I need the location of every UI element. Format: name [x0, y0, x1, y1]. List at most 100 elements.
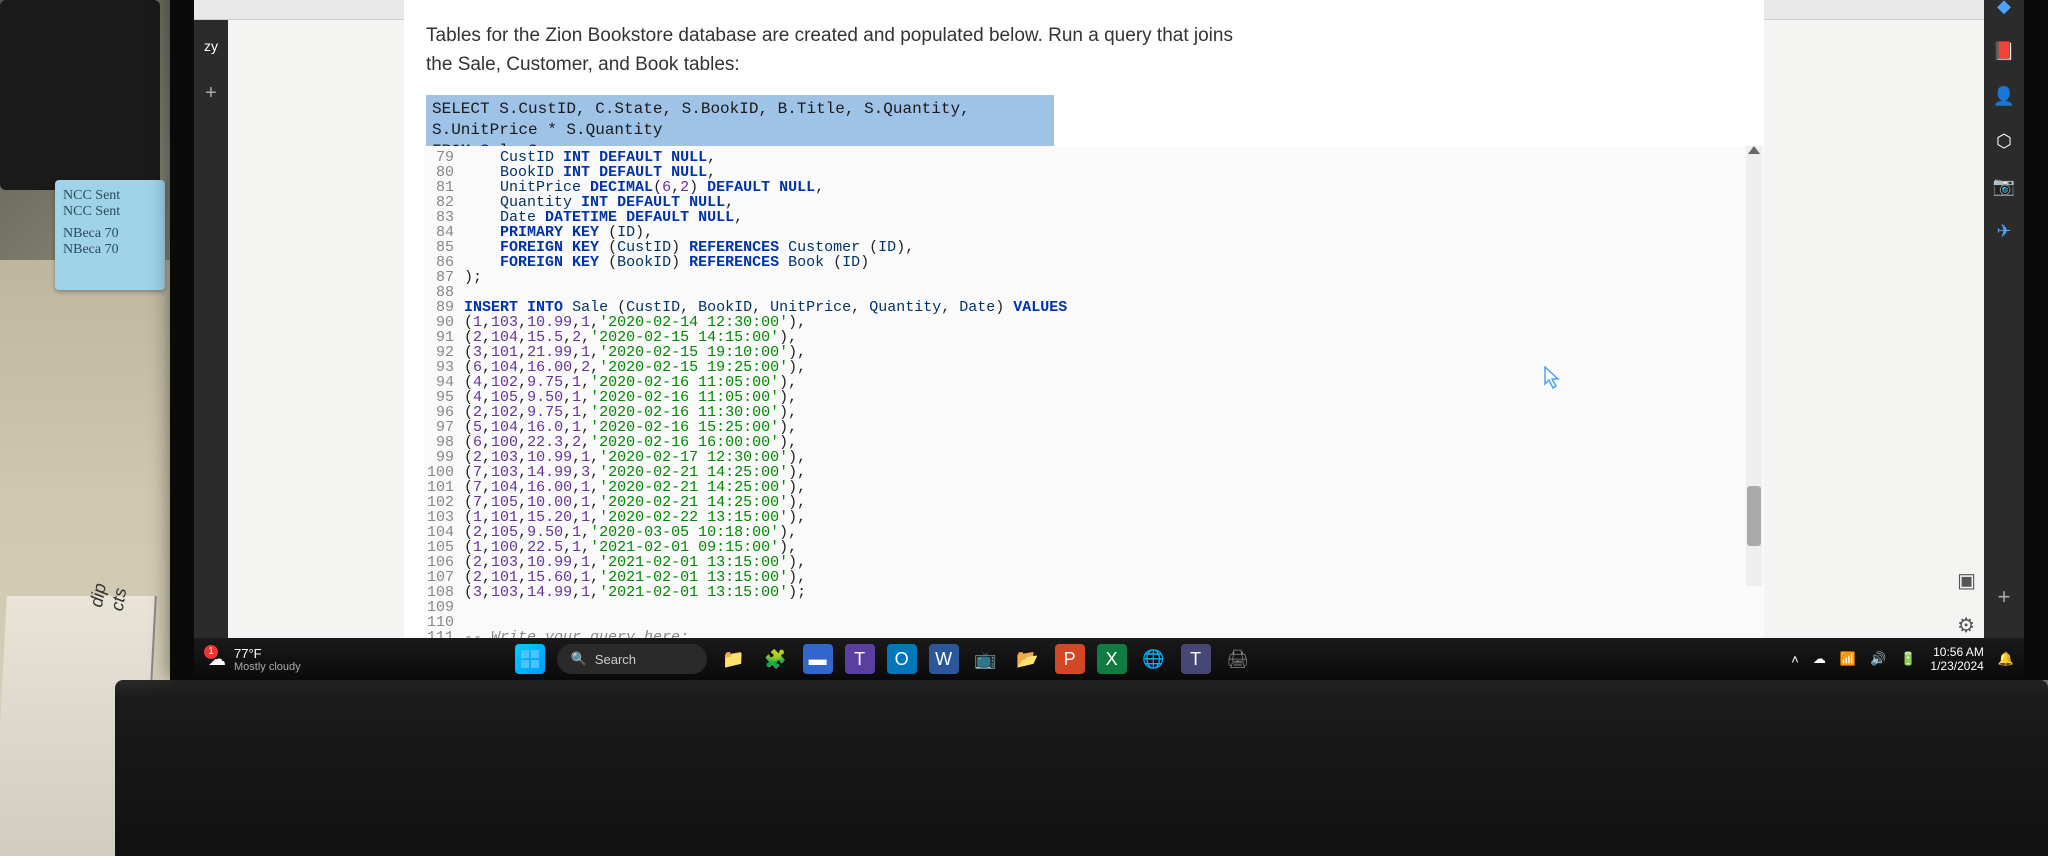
taskbar-app-5[interactable]: O [887, 644, 917, 674]
code-line[interactable]: 107(2,101,15.60,1,'2021-02-01 13:15:00')… [424, 570, 1764, 585]
line-number: 107 [424, 570, 464, 585]
code-line[interactable]: 103(1,101,15.20,1,'2020-02-22 13:15:00')… [424, 510, 1764, 525]
search-placeholder: Search [595, 652, 636, 667]
code-line[interactable]: 100(7,103,14.99,3,'2020-02-21 14:25:00')… [424, 465, 1764, 480]
code-line[interactable]: 110 [424, 615, 1764, 630]
taskbar-search[interactable]: 🔍 Search [557, 644, 707, 674]
paper-label: dip cts [86, 556, 144, 614]
clock[interactable]: 10:56 AM 1/23/2024 [1930, 645, 1983, 674]
new-tab-button[interactable]: + [194, 82, 228, 105]
code-line[interactable]: 109 [424, 600, 1764, 615]
screen: zy + ◆ 📕 👤 ⬡ 📷 ✈ + Tables for the Zion B… [194, 0, 2024, 680]
code-line[interactable]: 101(7,104,16.00,1,'2020-02-21 14:25:00')… [424, 480, 1764, 495]
code-line[interactable]: 83 Date DATETIME DEFAULT NULL, [424, 210, 1764, 225]
code-line[interactable]: 94(4,102,9.75,1,'2020-02-16 11:05:00'), [424, 375, 1764, 390]
volume-icon[interactable]: 🔊 [1870, 651, 1886, 667]
line-number: 83 [424, 210, 464, 225]
notification-icon[interactable]: 🔔 [1998, 651, 2014, 667]
vertical-scroll-thumb[interactable] [1747, 486, 1761, 546]
date: 1/23/2024 [1930, 659, 1983, 673]
start-button[interactable] [515, 644, 545, 674]
taskbar-app-8[interactable]: 📂 [1013, 644, 1043, 674]
add-extension-button[interactable]: + [1998, 584, 2011, 610]
weather-text: Mostly cloudy [234, 661, 301, 673]
code-line[interactable]: 82 Quantity INT DEFAULT NULL, [424, 195, 1764, 210]
taskbar-app-4[interactable]: T [845, 644, 875, 674]
wifi-icon[interactable]: 📶 [1840, 651, 1856, 667]
code-line[interactable]: 96(2,102,9.75,1,'2020-02-16 11:30:00'), [424, 405, 1764, 420]
send-icon[interactable]: ✈ [1996, 221, 2011, 242]
chevron-up-icon[interactable]: ˄ [1791, 652, 1799, 667]
code-text: BookID INT DEFAULT NULL, [464, 165, 716, 180]
time: 10:56 AM [1930, 645, 1983, 659]
weather-widget[interactable]: ☁ 1 77°F Mostly cloudy [194, 646, 315, 673]
taskbar-app-6[interactable]: W [929, 644, 959, 674]
person-icon[interactable]: 👤 [1993, 86, 2015, 107]
line-number: 101 [424, 480, 464, 495]
code-line[interactable]: 84 PRIMARY KEY (ID), [424, 225, 1764, 240]
code-text: (4,102,9.75,1,'2020-02-16 11:05:00'), [464, 375, 797, 390]
scroll-up-arrow-icon[interactable] [1748, 146, 1760, 154]
hex-icon[interactable]: ⬡ [1996, 131, 2012, 152]
code-line[interactable]: 97(5,104,16.0,1,'2020-02-16 15:25:00'), [424, 420, 1764, 435]
taskbar-app-1[interactable]: 📁 [719, 644, 749, 674]
line-number: 99 [424, 450, 464, 465]
taskbar-app-11[interactable]: 🌐 [1139, 644, 1169, 674]
vertical-scrollbar[interactable] [1746, 146, 1762, 586]
code-text: (7,104,16.00,1,'2020-02-21 14:25:00'), [464, 480, 806, 495]
code-line[interactable]: 81 UnitPrice DECIMAL(6,2) DEFAULT NULL, [424, 180, 1764, 195]
taskbar-app-13[interactable]: 🖨 [1223, 644, 1253, 674]
code-text: (2,101,15.60,1,'2021-02-01 13:15:00'), [464, 570, 806, 585]
code-text: ); [464, 270, 482, 285]
layout-icon[interactable]: ▣ [1957, 568, 1976, 593]
taskbar-app-3[interactable]: ▬ [803, 644, 833, 674]
code-text: UnitPrice DECIMAL(6,2) DEFAULT NULL, [464, 180, 824, 195]
code-line[interactable]: 86 FOREIGN KEY (BookID) REFERENCES Book … [424, 255, 1764, 270]
diamond-icon[interactable]: ◆ [1997, 0, 2011, 17]
battery-icon[interactable]: 🔋 [1900, 651, 1916, 667]
code-text: (5,104,16.0,1,'2020-02-16 15:25:00'), [464, 420, 797, 435]
tab-zybooks[interactable]: zy [194, 38, 228, 54]
windows-taskbar[interactable]: ☁ 1 77°F Mostly cloudy 🔍 Search [194, 638, 2024, 680]
code-line[interactable]: 98(6,100,22.3,2,'2020-02-16 16:00:00'), [424, 435, 1764, 450]
taskbar-app-7[interactable]: 📺 [971, 644, 1001, 674]
line-number: 85 [424, 240, 464, 255]
code-line[interactable]: 99(2,103,10.99,1,'2020-02-17 12:30:00'), [424, 450, 1764, 465]
line-number: 90 [424, 315, 464, 330]
line-number: 108 [424, 585, 464, 600]
code-line[interactable]: 88 [424, 285, 1764, 300]
code-text: PRIMARY KEY (ID), [464, 225, 653, 240]
code-line[interactable]: 85 FOREIGN KEY (CustID) REFERENCES Custo… [424, 240, 1764, 255]
browser-right-sidebar[interactable]: ◆ 📕 👤 ⬡ 📷 ✈ + [1984, 0, 2024, 680]
taskbar-app-12[interactable]: T [1181, 644, 1211, 674]
gear-icon[interactable]: ⚙ [1957, 613, 1976, 638]
code-line[interactable]: 80 BookID INT DEFAULT NULL, [424, 165, 1764, 180]
page-action-icons: ▣ ⚙ [1957, 568, 1976, 638]
book-icon[interactable]: 📕 [1993, 41, 2015, 62]
taskbar-app-2[interactable]: 🧩 [761, 644, 791, 674]
browser-vertical-tabs[interactable]: zy + [194, 20, 228, 680]
line-number: 80 [424, 165, 464, 180]
code-line[interactable]: 104(2,105,9.50,1,'2020-03-05 10:18:00'), [424, 525, 1764, 540]
code-editor[interactable]: 79 CustID INT DEFAULT NULL,80 BookID INT… [424, 146, 1764, 680]
taskbar-tray[interactable]: ˄ ☁ 📶 🔊 🔋 10:56 AM 1/23/2024 🔔 [1791, 645, 2014, 674]
code-line[interactable]: 93(6,104,16.00,2,'2020-02-15 19:25:00'), [424, 360, 1764, 375]
camera-icon[interactable]: 📷 [1993, 176, 2015, 197]
code-line[interactable]: 87); [424, 270, 1764, 285]
code-line[interactable]: 90(1,103,10.99,1,'2020-02-14 12:30:00'), [424, 315, 1764, 330]
code-line[interactable]: 89INSERT INTO Sale (CustID, BookID, Unit… [424, 300, 1764, 315]
code-text: (1,100,22.5,1,'2021-02-01 09:15:00'), [464, 540, 797, 555]
code-line[interactable]: 102(7,105,10.00,1,'2020-02-21 14:25:00')… [424, 495, 1764, 510]
code-line[interactable]: 79 CustID INT DEFAULT NULL, [424, 150, 1764, 165]
cloud-icon[interactable]: ☁ [1813, 651, 1826, 667]
code-line[interactable]: 92(3,101,21.99,1,'2020-02-15 19:10:00'), [424, 345, 1764, 360]
taskbar-app-10[interactable]: X [1097, 644, 1127, 674]
code-line[interactable]: 108(3,103,14.99,1,'2021-02-01 13:15:00')… [424, 585, 1764, 600]
code-line[interactable]: 91(2,104,15.5,2,'2020-02-15 14:15:00'), [424, 330, 1764, 345]
taskbar-app-9[interactable]: P [1055, 644, 1085, 674]
code-line[interactable]: 106(2,103,10.99,1,'2021-02-01 13:15:00')… [424, 555, 1764, 570]
code-line[interactable]: 105(1,100,22.5,1,'2021-02-01 09:15:00'), [424, 540, 1764, 555]
line-number: 89 [424, 300, 464, 315]
search-icon: 🔍 [571, 651, 587, 667]
code-line[interactable]: 95(4,105,9.50,1,'2020-02-16 11:05:00'), [424, 390, 1764, 405]
